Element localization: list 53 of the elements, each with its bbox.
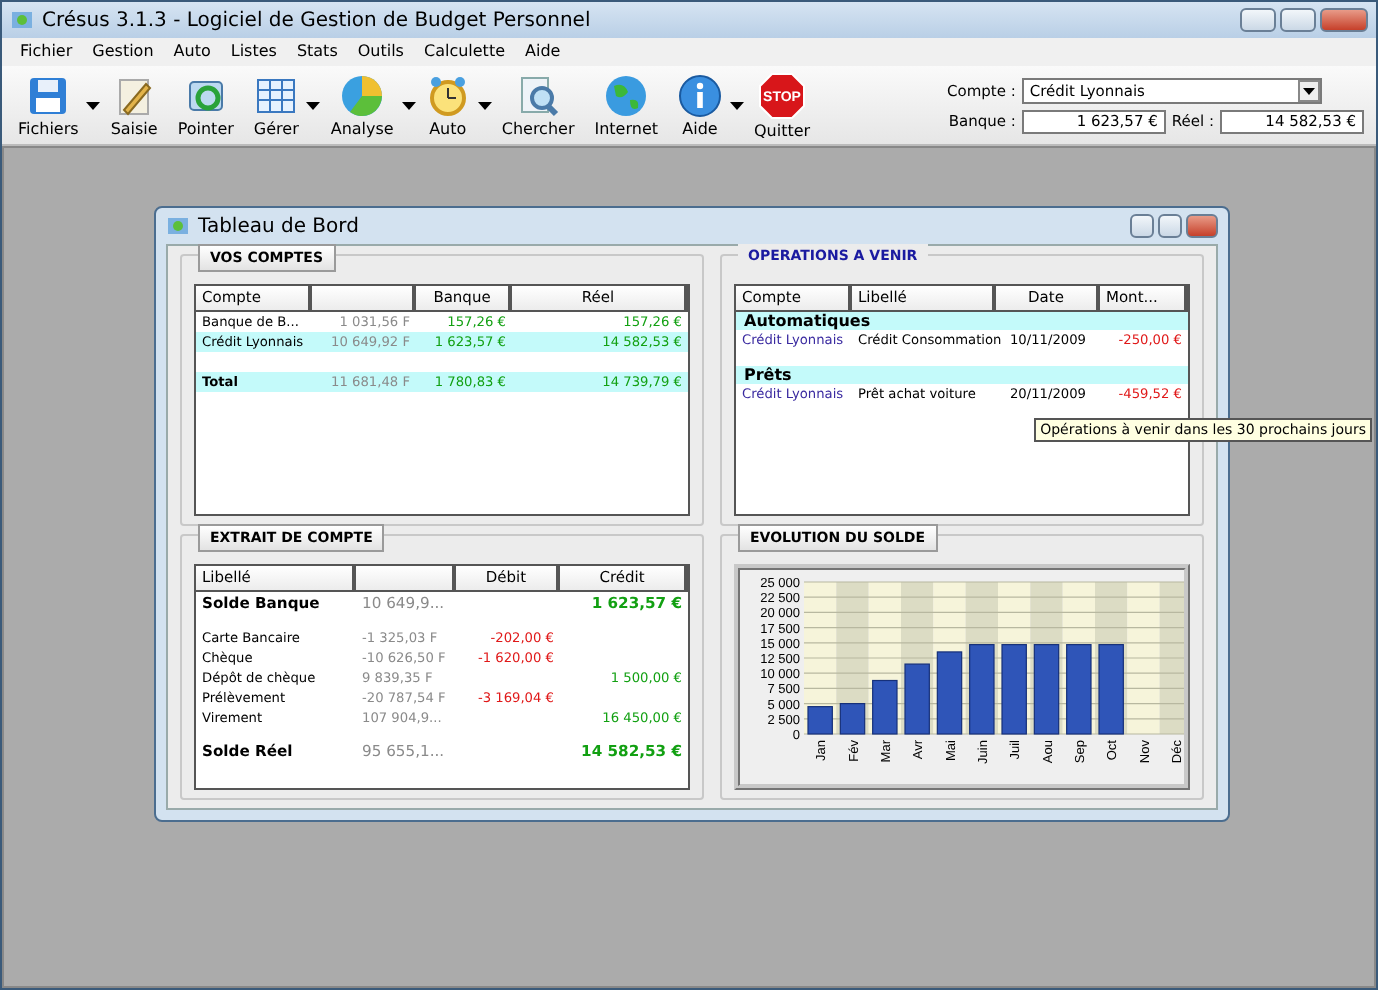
group-header: Automatiques <box>736 312 1188 330</box>
bar <box>1001 644 1027 735</box>
column-header[interactable] <box>356 566 456 592</box>
caret-icon[interactable] <box>306 101 321 109</box>
caret-icon[interactable] <box>401 101 416 109</box>
bar <box>807 706 833 735</box>
toolbar-button[interactable]: Pointer <box>173 73 238 137</box>
bar <box>1066 644 1092 735</box>
caret-icon[interactable] <box>86 101 101 109</box>
toolbar-button[interactable]: Saisie <box>106 73 162 137</box>
close-button[interactable] <box>1320 8 1368 32</box>
window-title: Tableau de Bord <box>198 215 361 237</box>
bar <box>839 703 866 735</box>
menu-item[interactable]: Calculette <box>413 38 516 66</box>
caret-icon <box>1297 79 1320 101</box>
bar <box>1098 644 1124 735</box>
toolbar-button[interactable]: Aide <box>674 73 726 137</box>
bar <box>904 663 930 735</box>
menu-item[interactable]: Auto <box>163 38 221 66</box>
app-icon <box>166 214 190 238</box>
bar <box>1033 644 1060 735</box>
maximize-button[interactable] <box>1280 8 1316 32</box>
menu-item[interactable]: Gestion <box>82 38 164 66</box>
close-button[interactable] <box>1186 214 1218 238</box>
window-title: Crésus 3.1.3 - Logiciel de Gestion de Budget Personnel <box>42 9 593 31</box>
menu-item[interactable]: Aide <box>515 38 571 66</box>
alarm-clock-icon <box>425 73 470 117</box>
caret-icon[interactable] <box>477 101 492 109</box>
bar <box>936 651 963 735</box>
maximize-button[interactable] <box>1158 214 1182 238</box>
globe-icon <box>604 73 649 117</box>
column-header[interactable] <box>312 286 416 312</box>
search-icon <box>516 73 561 117</box>
menu-item[interactable]: Stats <box>286 38 348 66</box>
info-icon <box>678 73 722 117</box>
spreadsheet-icon <box>254 73 299 117</box>
bar <box>872 679 898 735</box>
caret-icon[interactable] <box>730 101 744 109</box>
menu-item[interactable]: Outils <box>347 38 414 66</box>
group-header: Prêts <box>736 366 1188 384</box>
toolbar-button[interactable]: Auto <box>421 73 474 137</box>
minimize-button[interactable] <box>1240 8 1276 32</box>
minimize-button[interactable] <box>1130 214 1154 238</box>
toolbar-button[interactable]: Gérer <box>249 73 303 137</box>
toolbar-button[interactable]: Fichiers <box>14 73 83 137</box>
pie-chart-icon <box>340 73 385 117</box>
app-icon <box>10 8 34 32</box>
toolbar-button[interactable]: Chercher <box>497 73 579 137</box>
toolbar-button[interactable]: Analyse <box>326 73 398 137</box>
menu-item[interactable]: Fichier <box>10 38 83 66</box>
toolbar-button[interactable]: Internet <box>590 73 662 137</box>
bar <box>969 644 995 735</box>
menu-item[interactable]: Listes <box>220 38 287 66</box>
